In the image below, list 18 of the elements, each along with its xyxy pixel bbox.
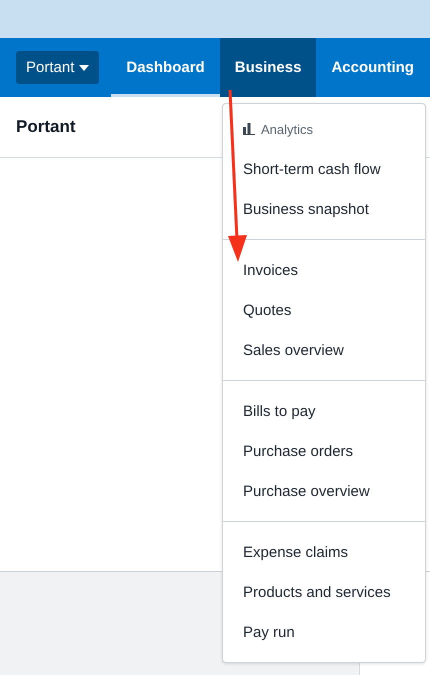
org-switcher-button[interactable]: Portant: [16, 51, 100, 84]
bar-chart-icon: [243, 123, 255, 135]
menu-item[interactable]: Purchase overview: [223, 471, 425, 511]
menu-item[interactable]: Invoices: [223, 250, 425, 290]
caret-icon: [79, 64, 90, 70]
menu-item[interactable]: Expense claims: [223, 532, 425, 572]
nav-tab[interactable]: Accounting: [316, 38, 429, 97]
page-title: Portant: [16, 117, 76, 137]
menu-item[interactable]: Sales overview: [223, 330, 425, 370]
menu-item[interactable]: Quotes: [223, 290, 425, 330]
nav-tab[interactable]: Business: [220, 38, 316, 97]
menu-item[interactable]: Bills to pay: [223, 391, 425, 431]
menu-item[interactable]: Business snapshot: [223, 189, 425, 229]
menu-item[interactable]: Pay run: [223, 612, 425, 652]
menu-item[interactable]: Short-term cash flow: [223, 149, 425, 189]
menu-heading: Analytics: [261, 122, 314, 136]
menu-item[interactable]: Purchase orders: [223, 431, 425, 471]
menu-item[interactable]: Products and services: [223, 572, 425, 612]
